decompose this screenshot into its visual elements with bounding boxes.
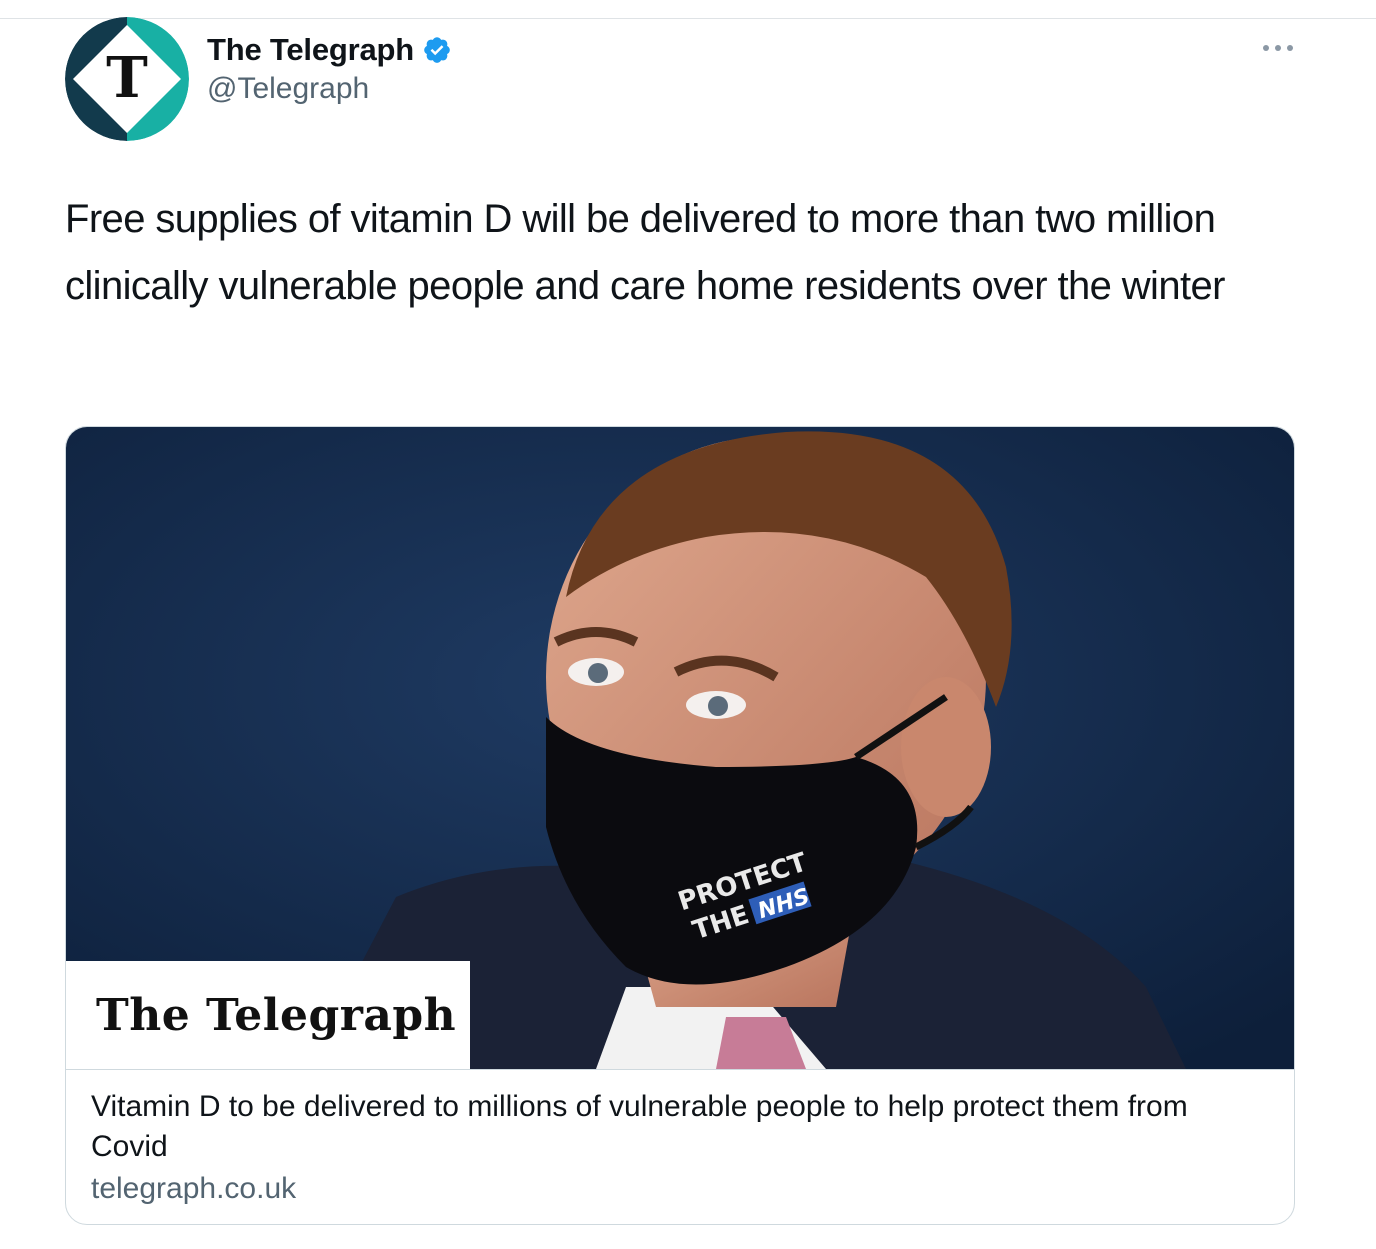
tweet-text: Free supplies of vitamin D will be deliv…	[65, 197, 1225, 308]
card-title[interactable]: Vitamin D to be delivered to millions of…	[91, 1087, 1261, 1167]
avatar[interactable]: T	[65, 17, 189, 141]
handle[interactable]: @Telegraph	[207, 72, 452, 106]
card-image[interactable]: PROTECT THE NHS The Telegraph	[66, 427, 1294, 1069]
svg-text:T: T	[106, 45, 148, 111]
verified-badge-icon	[422, 35, 452, 65]
card-divider	[66, 1069, 1294, 1070]
more-options-icon[interactable]	[1260, 36, 1296, 60]
telegraph-logo-icon: T	[65, 17, 189, 141]
display-name[interactable]: The Telegraph	[207, 32, 414, 68]
author-block: The Telegraph @Telegraph	[207, 30, 452, 106]
card-meta[interactable]: Vitamin D to be delivered to millions of…	[91, 1087, 1261, 1209]
card-domain[interactable]: telegraph.co.uk	[91, 1169, 1261, 1209]
link-card[interactable]: PROTECT THE NHS The Telegraph Vitamin D …	[65, 426, 1295, 1225]
top-divider	[0, 18, 1376, 19]
image-brand-logo: The Telegraph	[66, 961, 470, 1069]
